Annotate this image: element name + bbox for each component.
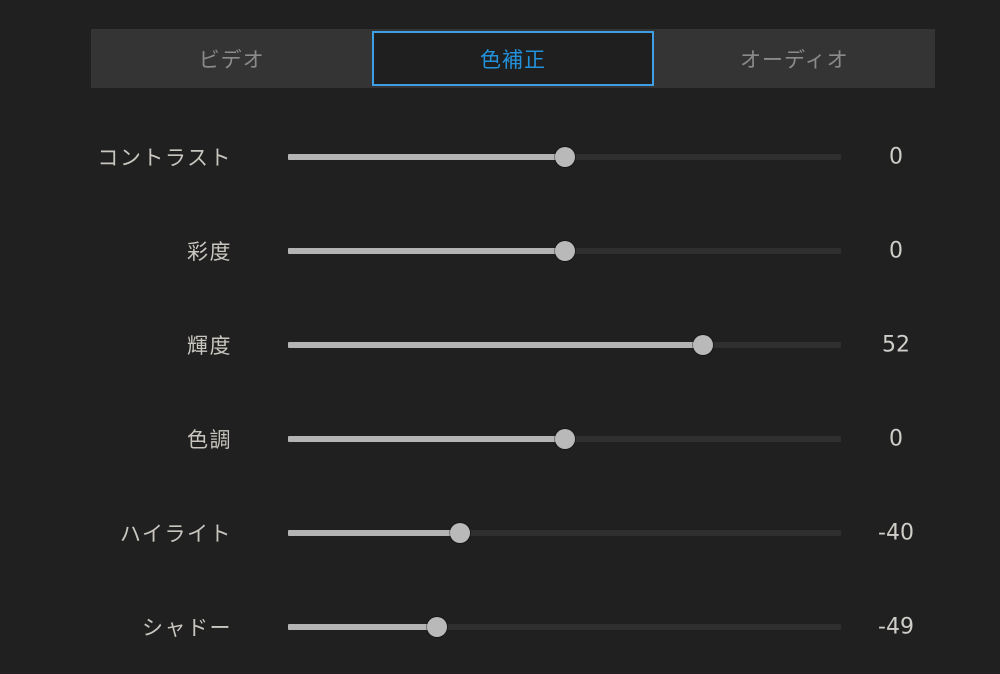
- slider-row-contrast: コントラスト 0: [0, 110, 1000, 204]
- slider-value-shadows: -49: [878, 614, 914, 640]
- slider-label-saturation: 彩度: [187, 240, 232, 264]
- slider-thumb-contrast[interactable]: [555, 147, 576, 167]
- tab-color-correction[interactable]: 色補正: [372, 31, 654, 86]
- tab-label: 色補正: [479, 47, 546, 72]
- slider-label-highlights: ハイライト: [119, 522, 232, 546]
- slider-track-fill-shadows: [288, 624, 437, 630]
- slider-value-brightness: 52: [882, 332, 910, 358]
- slider-label-contrast: コントラスト: [97, 146, 232, 170]
- slider-thumb-shadows[interactable]: [426, 617, 447, 637]
- slider-thumb-saturation[interactable]: [555, 241, 576, 261]
- slider-value-hue: 0: [889, 426, 903, 452]
- slider-saturation[interactable]: [288, 239, 841, 263]
- slider-track-fill-brightness: [288, 342, 703, 348]
- slider-thumb-hue[interactable]: [555, 429, 576, 449]
- slider-track-fill-contrast: [288, 154, 566, 160]
- tab-label: オーディオ: [740, 47, 849, 72]
- slider-value-highlights: -40: [878, 520, 914, 546]
- slider-hue[interactable]: [288, 427, 841, 451]
- slider-shadows[interactable]: [288, 615, 841, 639]
- slider-thumb-highlights[interactable]: [449, 523, 470, 543]
- slider-brightness[interactable]: [288, 333, 841, 357]
- slider-row-hue: 色調 0: [0, 392, 1000, 486]
- slider-value-saturation: 0: [889, 238, 903, 264]
- slider-row-highlights: ハイライト -40: [0, 486, 1000, 580]
- slider-contrast[interactable]: [288, 145, 841, 169]
- slider-thumb-brightness[interactable]: [692, 335, 713, 355]
- tab-video[interactable]: ビデオ: [91, 29, 372, 88]
- slider-row-brightness: 輝度 52: [0, 298, 1000, 392]
- slider-label-brightness: 輝度: [187, 334, 232, 358]
- slider-label-shadows: シャドー: [142, 616, 232, 640]
- slider-row-saturation: 彩度 0: [0, 204, 1000, 298]
- slider-row-shadows: シャドー -49: [0, 580, 1000, 674]
- tab-bar: ビデオ 色補正 オーディオ: [91, 29, 935, 88]
- slider-track-fill-saturation: [288, 248, 566, 254]
- slider-highlights[interactable]: [288, 521, 841, 545]
- slider-label-hue: 色調: [187, 428, 232, 452]
- slider-track-fill-highlights: [288, 530, 460, 536]
- tab-label: ビデオ: [198, 47, 265, 72]
- tab-audio[interactable]: オーディオ: [654, 29, 935, 88]
- slider-list: コントラスト 0 彩度 0 輝度 52 色調 0 ハイライト -40 シャドー -49: [0, 110, 1000, 674]
- slider-track-fill-hue: [288, 436, 566, 442]
- color-correction-panel: ビデオ 色補正 オーディオ コントラスト 0 彩度 0 輝度 52 色調 0 ハイライト -40 シャド…: [0, 0, 1000, 666]
- slider-value-contrast: 0: [889, 144, 903, 170]
